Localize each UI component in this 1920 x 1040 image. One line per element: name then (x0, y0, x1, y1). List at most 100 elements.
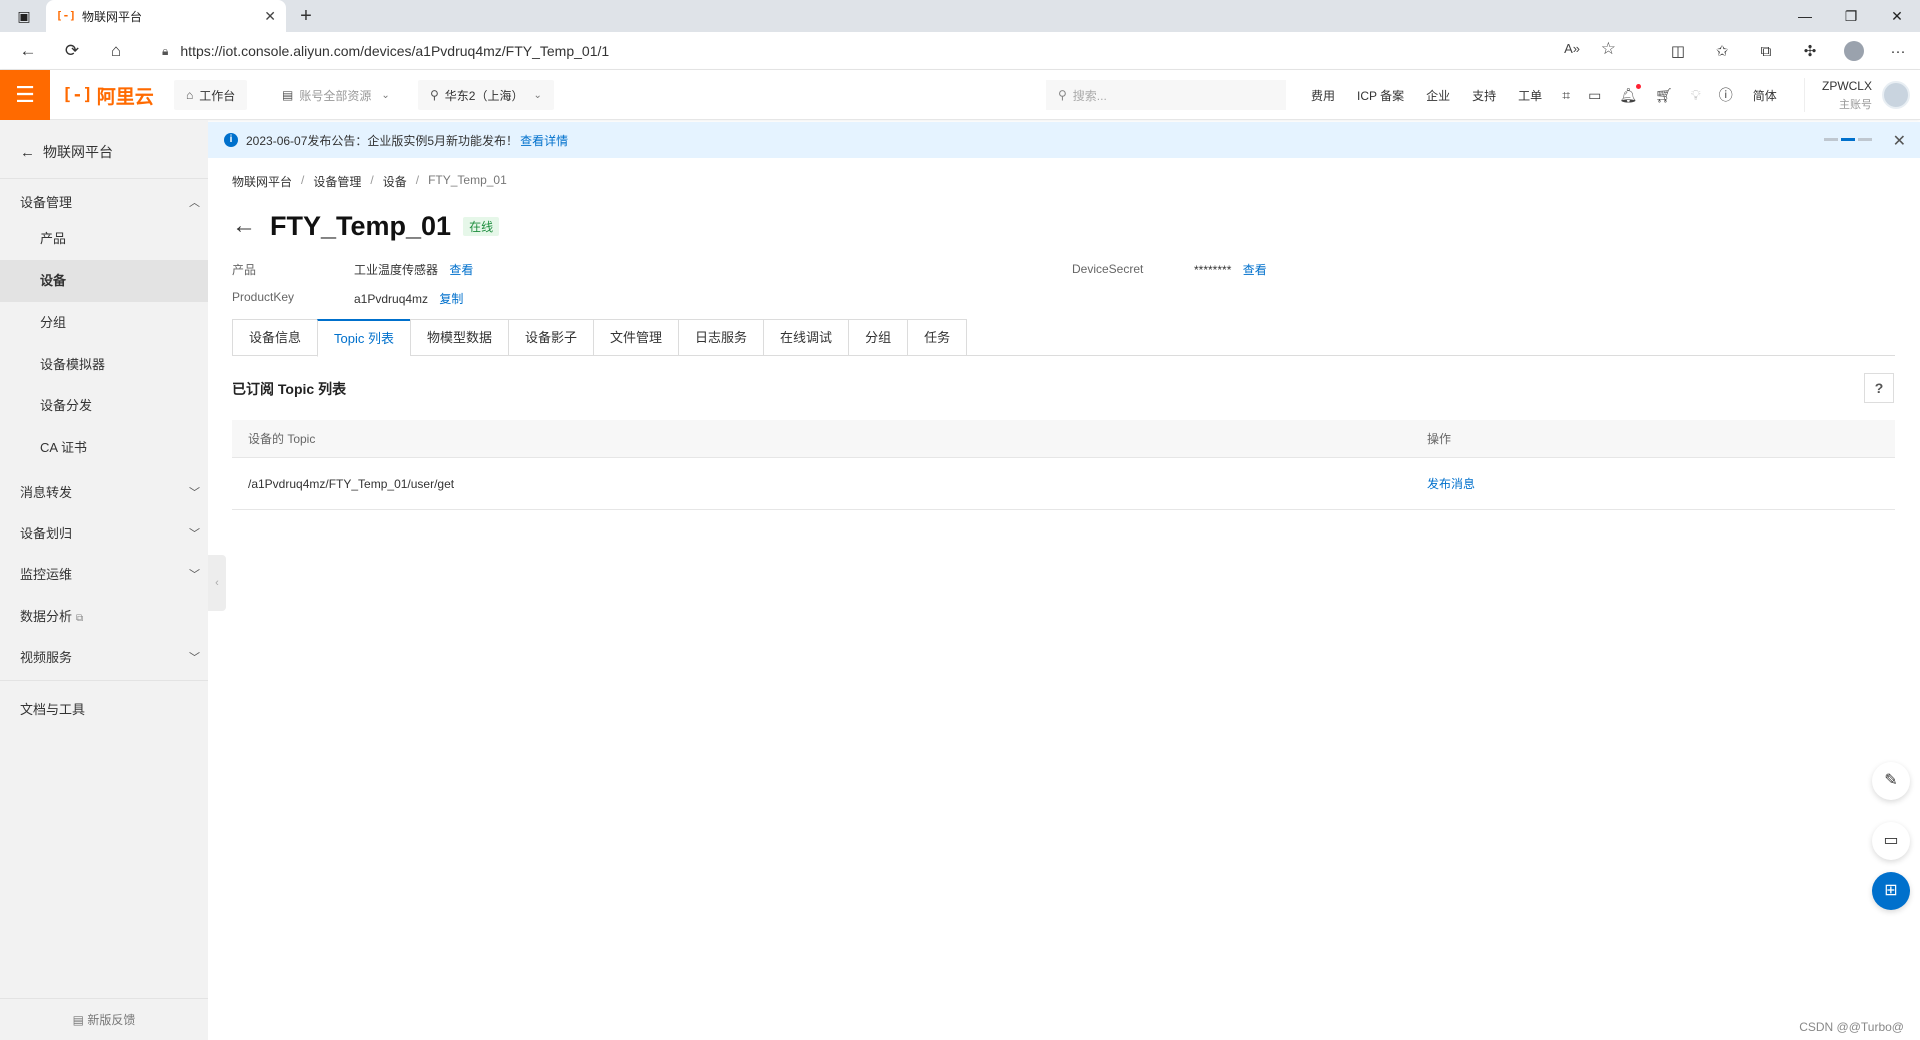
tab-device-info[interactable]: 设备信息 (232, 319, 318, 356)
tab-file-management[interactable]: 文件管理 (593, 319, 679, 356)
menu-icon[interactable]: ☰ (0, 70, 50, 120)
sidebar-group-device-assignment[interactable]: 设备划归 ﹀ (20, 523, 200, 542)
tab-actions-icon[interactable]: ▣ (12, 6, 36, 26)
action-cell: 发布消息 (1427, 458, 1475, 509)
tab-close-icon[interactable]: ✕ (264, 8, 276, 25)
help-circle-icon[interactable]: ⓘ (1719, 85, 1733, 105)
chat-icon[interactable]: ▭ (1872, 822, 1910, 860)
tab-topic-list[interactable]: Topic 列表 (317, 319, 410, 357)
sidebar-docs-tools[interactable]: 文档与工具 (20, 699, 200, 718)
tab-group[interactable]: 分组 (848, 319, 908, 356)
topic-cell: /a1Pvdruq4mz/FTY_Temp_01/user/get (248, 476, 455, 491)
user-menu[interactable]: ZPWCLX 主账号 (1804, 78, 1920, 112)
sidebar-item-product[interactable]: 产品 (0, 218, 208, 260)
new-tab-button[interactable]: + (294, 4, 318, 28)
sidebar-back-link[interactable]: ← 物联网平台 (20, 142, 113, 162)
feedback-icon: ▤ (72, 1013, 88, 1027)
carousel-indicator[interactable] (1821, 138, 1872, 141)
language-switch[interactable]: 简体 (1753, 87, 1777, 104)
search-input[interactable]: ⚲ 搜索... (1046, 80, 1286, 110)
split-screen-icon[interactable]: ◫ (1656, 42, 1700, 60)
refresh-icon[interactable]: ⟳ (60, 40, 84, 62)
terminal-icon[interactable]: ▭ (1588, 87, 1601, 104)
sidebar-group-data-analysis[interactable]: 数据分析 ⧉ (20, 606, 200, 625)
sidebar-group-device-management[interactable]: 设备管理 ︿ (20, 192, 200, 211)
address-bar[interactable]: 🔒︎ https://iot.console.aliyun.com/device… (146, 36, 1630, 66)
devicesecret-value: ******** (1194, 263, 1232, 277)
announcement-bar: i 2023-06-07发布公告：企业版实例5月新功能发布！ 查看详情 ✕ (208, 122, 1920, 158)
cart-icon[interactable]: 🛒︎ (1655, 87, 1673, 104)
window-close-icon[interactable]: ✕ (1874, 0, 1920, 32)
close-icon[interactable]: ✕ (1893, 131, 1906, 151)
avatar[interactable] (1882, 81, 1910, 109)
lightbulb-icon[interactable]: 💡︎ (1691, 87, 1701, 104)
aliyun-logo[interactable]: [-] 阿里云 (62, 82, 154, 108)
sidebar-item-ca-cert[interactable]: CA 证书 (0, 427, 208, 469)
sidebar-item-device[interactable]: 设备 (0, 260, 208, 302)
breadcrumb-item[interactable]: 设备 (383, 173, 407, 190)
breadcrumb-item[interactable]: 设备管理 (313, 173, 361, 190)
user-role: 主账号 (1839, 99, 1872, 111)
tab-online-debug[interactable]: 在线调试 (763, 319, 849, 356)
sidebar-item-device-distribution[interactable]: 设备分发 (0, 385, 208, 427)
announcement-link[interactable]: 查看详情 (520, 132, 568, 149)
product-value: 工业温度传感器 (354, 263, 439, 277)
tab-device-shadow[interactable]: 设备影子 (508, 319, 594, 356)
info-icon: i (224, 133, 238, 147)
region-dropdown[interactable]: ⚲ 华东2（上海） ⌄ (418, 80, 554, 110)
publish-message-link[interactable]: 发布消息 (1427, 475, 1475, 492)
more-icon[interactable]: ··· (1876, 43, 1920, 60)
view-product-link[interactable]: 查看 (449, 263, 473, 277)
header-link-ticket[interactable]: 工单 (1518, 87, 1542, 104)
read-aloud-icon[interactable]: A» (1564, 41, 1580, 56)
meta-label: ProductKey (232, 290, 295, 304)
breadcrumb-separator: / (370, 173, 374, 187)
favorites-icon[interactable]: ✩ (1700, 42, 1744, 60)
user-name: ZPWCLX (1821, 79, 1872, 93)
bell-icon[interactable]: 🔔︎ (1619, 83, 1642, 104)
tab-log-service[interactable]: 日志服务 (678, 319, 764, 356)
collections-icon[interactable]: ⧉ (1744, 43, 1788, 60)
code-icon[interactable]: ⌗ (1562, 87, 1570, 104)
minimize-icon[interactable]: — (1782, 0, 1828, 32)
sidebar-group-message-forwarding[interactable]: 消息转发 ﹀ (20, 482, 200, 501)
header-link-enterprise[interactable]: 企业 (1426, 87, 1450, 104)
sidebar-collapse-handle[interactable]: ‹ (208, 555, 226, 611)
resource-icon: ▤ (282, 88, 294, 102)
favorite-star-icon[interactable]: ☆ (1601, 39, 1616, 59)
account-resources-dropdown[interactable]: ▤ 账号全部资源 ⌄ (270, 80, 402, 110)
restore-icon[interactable]: ❐ (1828, 0, 1874, 32)
copy-productkey-link[interactable]: 复制 (439, 292, 463, 306)
home-icon: ⌂ (186, 88, 194, 102)
extensions-icon[interactable]: ✣ (1788, 42, 1832, 60)
divider (0, 178, 208, 179)
back-arrow-icon[interactable]: ← (16, 40, 40, 62)
feedback-button[interactable]: ▤ 新版反馈 (0, 998, 208, 1040)
browser-tab[interactable]: [-] 物联网平台 ✕ (46, 0, 286, 32)
header-link-support[interactable]: 支持 (1472, 87, 1496, 104)
column-header-topic: 设备的 Topic (248, 432, 316, 446)
sidebar-group-video-service[interactable]: 视频服务 ﹀ (20, 647, 200, 666)
home-icon[interactable]: ⌂ (104, 40, 128, 62)
help-button[interactable]: ? (1864, 373, 1894, 403)
topic-table: 设备的 Topic 操作 /a1Pvdruq4mz/FTY_Temp_01/us… (232, 420, 1895, 510)
workbench-button[interactable]: ⌂ 工作台 (174, 80, 248, 110)
sidebar-group-label: 设备划归 (20, 526, 73, 541)
apps-grid-icon[interactable]: ⊞ (1872, 872, 1910, 910)
sidebar-item-device-simulator[interactable]: 设备模拟器 (0, 344, 208, 386)
chevron-up-icon: ︿ (189, 196, 200, 209)
tab-task[interactable]: 任务 (907, 319, 968, 356)
view-secret-link[interactable]: 查看 (1243, 263, 1267, 277)
header-link-billing[interactable]: 费用 (1311, 87, 1335, 104)
chevron-down-icon: ⌄ (381, 89, 390, 101)
breadcrumb-item[interactable]: 物联网平台 (232, 173, 292, 190)
sidebar-item-group[interactable]: 分组 (0, 302, 208, 344)
sidebar-group-monitoring[interactable]: 监控运维 ﹀ (20, 564, 200, 583)
header-link-icp[interactable]: ICP 备案 (1357, 87, 1404, 104)
edit-icon[interactable]: ✎ (1872, 762, 1910, 800)
external-link-icon: ⧉ (76, 613, 84, 624)
tab-thing-model-data[interactable]: 物模型数据 (409, 319, 508, 356)
back-arrow-icon[interactable]: ← (232, 212, 256, 240)
profile-icon[interactable] (1832, 41, 1876, 61)
lock-icon[interactable]: 🔒︎ (162, 44, 168, 59)
